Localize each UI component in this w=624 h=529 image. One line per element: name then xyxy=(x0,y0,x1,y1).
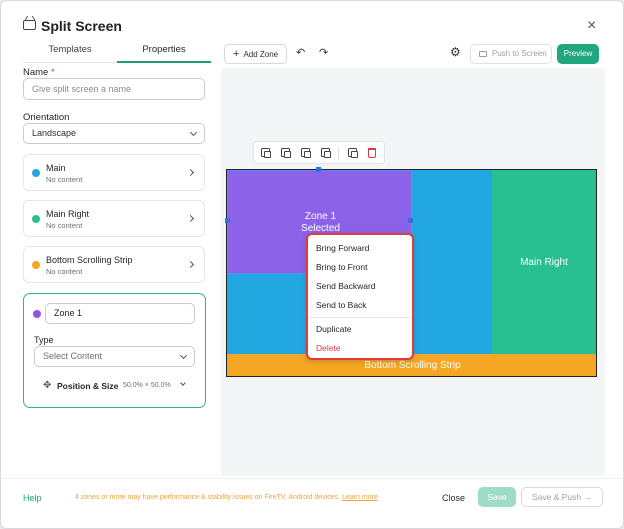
help-link[interactable]: Help xyxy=(23,493,42,503)
required-mark: * xyxy=(50,67,55,78)
chevron-down-icon xyxy=(180,380,186,386)
zone-color-dot[interactable] xyxy=(33,310,41,318)
undo-icon[interactable]: ↶ xyxy=(296,48,305,59)
split-screen-dialog: Split Screen × Templates Properties Name… xyxy=(0,0,624,529)
name-label-text: Name xyxy=(23,67,49,78)
bring-forward-icon[interactable] xyxy=(261,148,271,158)
zone-name: Main Right xyxy=(46,209,90,219)
position-size-toggle[interactable]: ✥ Position & Size 50.0% × 50.0% xyxy=(34,376,195,396)
learn-more-link[interactable]: Learn more xyxy=(342,494,378,501)
zone-color-dot xyxy=(32,215,40,223)
performance-warning: 4 zones or more may have performance & s… xyxy=(75,494,378,501)
resize-handle[interactable] xyxy=(225,218,230,223)
arrow-right-icon: → xyxy=(583,492,593,502)
menu-bring-to-front[interactable]: Bring to Front xyxy=(316,262,368,272)
add-zone-button[interactable]: + Add Zone xyxy=(224,44,287,64)
send-backward-icon[interactable] xyxy=(301,148,311,158)
zone-card-main-right[interactable]: Main Right No content xyxy=(23,200,205,237)
chevron-right-icon xyxy=(186,214,195,223)
resize-handle[interactable] xyxy=(408,218,413,223)
chevron-down-icon xyxy=(189,128,198,137)
gear-icon[interactable]: ⚙ xyxy=(450,46,461,58)
zone-status: No content xyxy=(46,267,83,276)
zone-card-main[interactable]: Main No content xyxy=(23,154,205,191)
chevron-right-icon xyxy=(186,260,195,269)
position-label: Position & Size xyxy=(57,381,119,391)
tv-icon xyxy=(23,20,36,30)
resize-handle[interactable] xyxy=(316,167,321,172)
position-value: 50.0% × 50.0% xyxy=(123,382,171,389)
zone-1-label: Zone 1 Selected xyxy=(228,211,413,235)
type-select[interactable]: Select Content xyxy=(34,346,195,367)
close-button[interactable]: Close xyxy=(442,493,465,503)
chevron-right-icon xyxy=(186,168,195,177)
trash-icon[interactable] xyxy=(368,148,376,158)
zone-status: No content xyxy=(46,221,83,230)
zone-1-name: Zone 1 xyxy=(304,211,337,222)
dialog-title: Split Screen xyxy=(41,18,122,34)
type-label: Type xyxy=(34,335,54,345)
plus-icon: + xyxy=(233,48,240,60)
save-button[interactable]: Save xyxy=(478,487,516,507)
orientation-label: Orientation xyxy=(23,112,70,123)
add-zone-label: Add Zone xyxy=(243,50,279,59)
zone-name-input[interactable]: Zone 1 xyxy=(45,303,195,324)
name-input[interactable]: Give split screen a name xyxy=(23,78,205,100)
zone-main-right-label: Main Right xyxy=(520,257,568,268)
zone-main-right[interactable]: Main Right xyxy=(492,170,596,354)
screen-icon xyxy=(479,51,487,57)
warning-text: 4 zones or more may have performance & s… xyxy=(75,494,341,501)
tab-templates[interactable]: Templates xyxy=(23,42,117,63)
zone-card-bottom-strip[interactable]: Bottom Scrolling Strip No content xyxy=(23,246,205,283)
push-to-screen-button[interactable]: Push to Screen xyxy=(470,44,552,64)
push-label: Push to Screen xyxy=(492,49,547,58)
save-push-label: Save & Push xyxy=(532,492,582,502)
menu-send-to-back[interactable]: Send to Back xyxy=(316,300,367,310)
chevron-down-icon xyxy=(179,351,188,360)
close-icon[interactable]: × xyxy=(587,18,596,34)
type-value: Select Content xyxy=(43,351,103,361)
zone-editor-card: Zone 1 Type Select Content ✥ Position & … xyxy=(23,293,206,408)
toolbar-divider xyxy=(338,147,339,160)
zone-status: No content xyxy=(46,175,83,184)
preview-button[interactable]: Preview xyxy=(557,44,599,64)
save-and-push-button[interactable]: Save & Push → xyxy=(521,487,603,507)
orientation-value: Landscape xyxy=(32,128,77,138)
menu-delete[interactable]: Delete xyxy=(316,343,341,353)
zone-name: Main xyxy=(46,163,66,173)
duplicate-icon[interactable] xyxy=(348,148,358,158)
bring-to-front-icon[interactable] xyxy=(281,148,291,158)
orientation-select[interactable]: Landscape xyxy=(23,123,205,144)
zone-name: Bottom Scrolling Strip xyxy=(46,255,133,265)
redo-icon[interactable]: ↷ xyxy=(319,48,328,59)
menu-divider xyxy=(308,317,412,318)
dialog-header: Split Screen × xyxy=(1,1,623,41)
name-label: Name * xyxy=(23,67,55,78)
dialog-footer: Help 4 zones or more may have performanc… xyxy=(1,478,623,528)
panel-tabs: Templates Properties xyxy=(23,42,211,63)
send-to-back-icon[interactable] xyxy=(321,148,331,158)
menu-duplicate[interactable]: Duplicate xyxy=(316,324,351,334)
zone-arrange-toolbar xyxy=(253,141,385,164)
zone-color-dot xyxy=(32,169,40,177)
menu-send-backward[interactable]: Send Backward xyxy=(316,281,376,291)
zone-context-menu: Bring Forward Bring to Front Send Backwa… xyxy=(306,233,414,360)
move-icon: ✥ xyxy=(43,380,52,391)
zone-color-dot xyxy=(32,261,40,269)
menu-bring-forward[interactable]: Bring Forward xyxy=(316,243,369,253)
tab-properties[interactable]: Properties xyxy=(117,42,211,63)
